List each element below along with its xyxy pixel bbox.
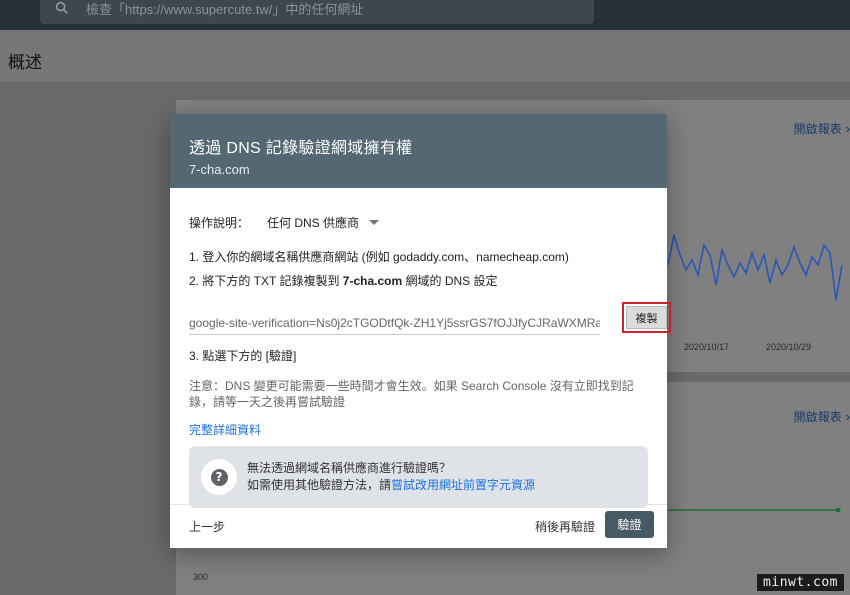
txt-record-field[interactable]	[189, 311, 600, 335]
dialog-body: 操作說明： 任何 DNS 供應商 1. 登入你的網域名稱供應商網站 (例如 go…	[170, 214, 671, 508]
search-icon	[55, 1, 68, 14]
question-icon: ?	[210, 468, 228, 486]
dropdown-arrow-icon	[369, 220, 380, 225]
dns-verification-dialog: 透過 DNS 記錄驗證網域擁有權 7-cha.com 操作說明： 任何 DNS …	[170, 114, 671, 548]
verify-button[interactable]: 驗證	[605, 511, 654, 538]
help-text: 無法透過網域名稱供應商進行驗證嗎？ 如需使用其他驗證方法，請嘗試改用網址前置字元…	[247, 460, 535, 494]
instructions-row: 操作說明： 任何 DNS 供應商	[189, 214, 648, 231]
watermark: minwt.com	[757, 574, 844, 591]
instruction-step-3: 3. 點選下方的 [驗證]	[189, 349, 297, 363]
help-line-2: 如需使用其他驗證方法，請嘗試改用網址前置字元資源	[247, 478, 536, 492]
url-prefix-property-link[interactable]: 嘗試改用網址前置字元資源	[391, 478, 535, 492]
txt-record-row: 複製	[189, 301, 671, 335]
top-bar: 檢查「https://www.supercute.tw/」中的任何網址	[0, 0, 850, 30]
open-report-link[interactable]: 開啟報表 ›	[794, 408, 850, 425]
search-placeholder: 檢查「https://www.supercute.tw/」中的任何網址	[86, 1, 364, 17]
dialog-domain: 7-cha.com	[189, 162, 250, 177]
back-button[interactable]: 上一步	[189, 518, 225, 535]
dns-provider-select[interactable]: 任何 DNS 供應商	[267, 214, 380, 231]
instructions-label: 操作說明：	[189, 216, 250, 230]
chevron-right-icon: ›	[845, 409, 850, 424]
dns-provider-value: 任何 DNS 供應商	[267, 216, 360, 230]
help-question: 無法透過網域名稱供應商進行驗證嗎？	[247, 461, 452, 475]
dialog-footer: 上一步 稍後再驗證 驗證	[170, 504, 667, 548]
page-header	[0, 30, 850, 82]
instruction-step-1: 1. 登入你的網域名稱供應商網站 (例如 godaddy.com、nameche…	[189, 250, 569, 264]
instruction-step-2: 2. 將下方的 TXT 記錄複製到 7-cha.com 網域的 DNS 設定	[189, 274, 498, 288]
date-label: 2020/10/29	[766, 342, 812, 352]
date-label: 2020/10/17	[684, 342, 730, 352]
dns-note: 注意：DNS 變更可能需要一些時間才會生效。如果 Search Console …	[189, 379, 634, 409]
performance-line-chart	[668, 234, 843, 301]
open-report-link[interactable]: 開啟報表 ›	[794, 120, 850, 137]
coverage-line-chart	[668, 507, 841, 513]
axis-label: 300	[193, 572, 209, 582]
verify-later-button[interactable]: 稍後再驗證	[535, 518, 595, 535]
dialog-title: 透過 DNS 記錄驗證網域擁有權	[189, 140, 413, 157]
copy-button[interactable]: 複製	[626, 306, 667, 329]
dialog-header: 透過 DNS 記錄驗證網域擁有權 7-cha.com	[170, 114, 667, 188]
chevron-right-icon: ›	[845, 121, 850, 136]
url-inspection-search[interactable]: 檢查「https://www.supercute.tw/」中的任何網址	[40, 0, 594, 24]
full-details-link[interactable]: 完整詳細資料	[189, 421, 648, 438]
help-icon-circle: ?	[201, 459, 237, 495]
page-title: 概述	[8, 53, 42, 72]
alternative-method-box: ? 無法透過網域名稱供應商進行驗證嗎？ 如需使用其他驗證方法，請嘗試改用網址前置…	[189, 446, 648, 508]
